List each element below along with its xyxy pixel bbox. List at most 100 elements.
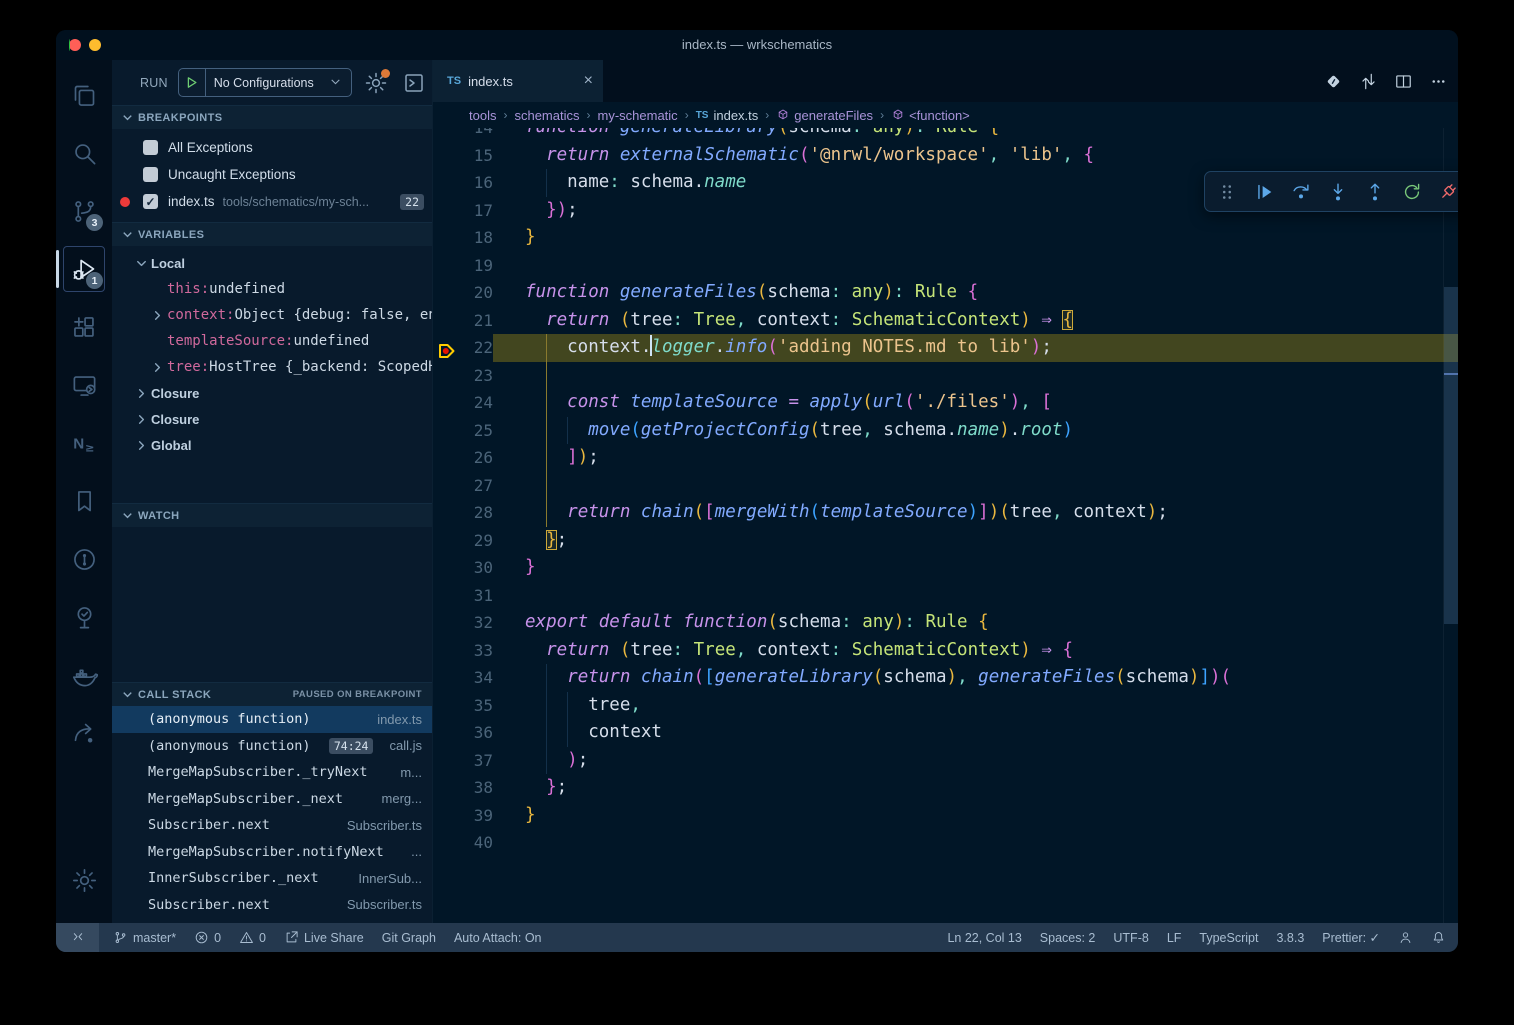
tab-index-ts[interactable]: TS index.ts × (433, 60, 603, 102)
breadcrumb-item[interactable]: TSindex.ts (696, 108, 759, 123)
chevron-right-icon[interactable] (134, 438, 149, 453)
code-text[interactable]: const templateSource = apply(url('./file… (493, 389, 1444, 417)
status-item-branch[interactable]: master* (113, 930, 176, 945)
status-item-notifications[interactable] (1431, 930, 1446, 945)
line-number[interactable]: 21 (433, 307, 493, 335)
gitlens-action-icon[interactable] (1324, 72, 1343, 91)
code-text[interactable]: } (493, 554, 1444, 582)
code-text[interactable]: return externalSchematic('@nrwl/workspac… (493, 142, 1444, 170)
variable-row[interactable]: Closure (112, 380, 432, 406)
chevron-right-icon[interactable] (150, 308, 165, 323)
breadcrumb-item[interactable]: <function> (891, 108, 970, 123)
status-item-encoding[interactable]: UTF-8 (1113, 931, 1148, 945)
code-line[interactable]: 36 context (433, 719, 1444, 747)
code-text[interactable] (493, 472, 1444, 500)
code-text[interactable] (493, 252, 1444, 280)
callstack-frame[interactable]: MergeMapSubscriber._nextmerg... (112, 786, 432, 813)
chevron-right-icon[interactable] (150, 360, 165, 375)
code-line[interactable]: 28 return chain([mergeWith(templateSourc… (433, 499, 1444, 527)
call-stack-header[interactable]: CALL STACK PAUSED ON BREAKPOINT (112, 682, 432, 706)
line-number[interactable]: 23 (433, 362, 493, 390)
line-number[interactable]: 28 (433, 499, 493, 527)
line-number[interactable]: 35 (433, 692, 493, 720)
code-text[interactable]: return chain([mergeWith(templateSource)]… (493, 499, 1444, 527)
continue-icon[interactable] (1249, 177, 1279, 207)
variables-header[interactable]: VARIABLES (112, 222, 432, 246)
drag-handle-icon[interactable] (1212, 177, 1242, 207)
watch-header[interactable]: WATCH (112, 503, 432, 527)
activity-item-settings[interactable] (60, 851, 108, 909)
code-text[interactable] (493, 582, 1444, 610)
status-item-feedback[interactable] (1398, 930, 1413, 945)
variable-row[interactable]: Local (112, 250, 432, 276)
code-text[interactable]: ]); (493, 444, 1444, 472)
code-line[interactable]: 40 (433, 829, 1444, 857)
status-item-eol[interactable]: LF (1167, 931, 1182, 945)
activity-item-gitlens[interactable] (60, 530, 108, 588)
status-item-language[interactable]: TypeScript (1199, 931, 1258, 945)
status-item-indentation[interactable]: Spaces: 2 (1040, 931, 1096, 945)
step-out-icon[interactable] (1360, 177, 1390, 207)
disconnect-icon[interactable] (1433, 177, 1458, 207)
checkbox[interactable] (143, 167, 158, 182)
code-text[interactable]: return (tree: Tree, context: SchematicCo… (493, 637, 1444, 665)
variable-row[interactable]: Global (112, 432, 432, 458)
activity-item-source-control[interactable]: 3 (60, 182, 108, 240)
status-item-cursor-position[interactable]: Ln 22, Col 13 (947, 931, 1021, 945)
variable-row[interactable]: tree: HostTree {_backend: ScopedH… (112, 354, 432, 380)
code-line[interactable]: 31 (433, 582, 1444, 610)
code-text[interactable]: context (493, 719, 1444, 747)
line-number[interactable]: 36 (433, 719, 493, 747)
variable-row[interactable]: context: Object {debug: false, en… (112, 302, 432, 328)
scrollbar[interactable] (1443, 128, 1458, 923)
activity-item-explorer[interactable] (60, 66, 108, 124)
callstack-frame[interactable]: InnerSubscriber._nextInnerSub... (112, 865, 432, 892)
code-line[interactable]: 21 return (tree: Tree, context: Schemati… (433, 307, 1444, 335)
code-line[interactable]: 20function generateFiles(schema: any): R… (433, 279, 1444, 307)
split-editor-icon[interactable] (1394, 72, 1413, 91)
debug-settings-gear-icon[interactable] (364, 71, 388, 95)
line-number[interactable]: 17 (433, 197, 493, 225)
callstack-frame[interactable]: Subscriber.nextSubscriber.ts (112, 812, 432, 839)
code-line[interactable]: 37 ); (433, 747, 1444, 775)
line-number[interactable]: 29 (433, 527, 493, 555)
callstack-frame[interactable]: MergeMapSubscriber._tryNextm... (112, 759, 432, 786)
code-text[interactable]: }; (493, 527, 1444, 555)
activity-item-deployments[interactable] (60, 704, 108, 762)
code-text[interactable] (493, 362, 1444, 390)
open-changes-icon[interactable] (1359, 72, 1378, 91)
callstack-frame[interactable]: MergeMapSubscriber.notifyNext... (112, 839, 432, 866)
line-number[interactable]: 16 (433, 169, 493, 197)
status-item-prettier[interactable]: Prettier: ✓ (1322, 930, 1380, 945)
breadcrumb-item[interactable]: tools (469, 108, 496, 123)
status-item-git-graph[interactable]: Git Graph (382, 931, 436, 945)
line-number[interactable]: 32 (433, 609, 493, 637)
breakpoint-row[interactable]: Uncaught Exceptions (112, 161, 432, 188)
code-line[interactable]: 38 }; (433, 774, 1444, 802)
code-line[interactable]: 18} (433, 224, 1444, 252)
line-number[interactable]: 34 (433, 664, 493, 692)
line-number[interactable]: 18 (433, 224, 493, 252)
line-number[interactable]: 27 (433, 472, 493, 500)
line-number[interactable]: 15 (433, 142, 493, 170)
scrollbar-slider[interactable] (1444, 287, 1458, 624)
breakpoint-row[interactable]: ✓index.tstools/schematics/my-sch...22 (112, 188, 432, 215)
line-number[interactable]: 31 (433, 582, 493, 610)
activity-item-run-debug[interactable]: 1 (60, 240, 108, 298)
code-text[interactable]: context.logger.info('adding NOTES.md to … (493, 334, 1444, 362)
code-line[interactable]: 22 context.logger.info('adding NOTES.md … (433, 334, 1444, 362)
code-text[interactable]: tree, (493, 692, 1444, 720)
line-number[interactable]: 26 (433, 444, 493, 472)
activity-item-extensions[interactable] (60, 298, 108, 356)
code-line[interactable]: 15 return externalSchematic('@nrwl/works… (433, 142, 1444, 170)
code-line[interactable]: 35 tree, (433, 692, 1444, 720)
code-text[interactable]: } (493, 802, 1444, 830)
code-text[interactable]: ); (493, 747, 1444, 775)
code-text[interactable]: } (493, 224, 1444, 252)
line-number[interactable]: 39 (433, 802, 493, 830)
breakpoints-header[interactable]: BREAKPOINTS (112, 105, 432, 129)
line-number[interactable]: 25 (433, 417, 493, 445)
chevron-down-icon[interactable] (134, 256, 149, 271)
restart-icon[interactable] (1397, 177, 1427, 207)
line-number[interactable]: 20 (433, 279, 493, 307)
